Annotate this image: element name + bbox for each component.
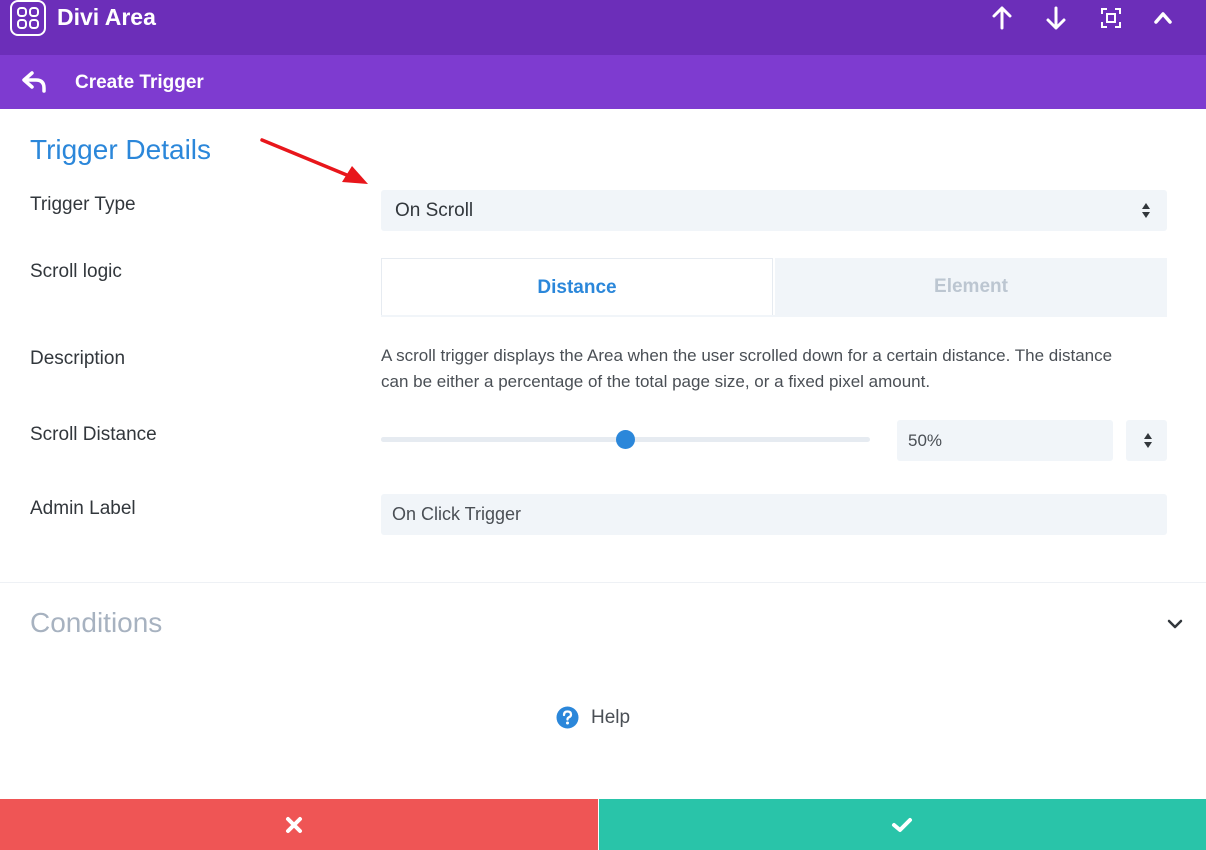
close-icon <box>286 817 302 833</box>
description-label: Description <box>30 348 126 369</box>
chevron-down-icon[interactable] <box>1166 617 1184 631</box>
app-title: Divi Area <box>57 4 156 30</box>
scroll-logic-tabs: Distance Element <box>381 258 1167 317</box>
checkmark-icon <box>892 818 912 832</box>
arrow-down-icon[interactable] <box>1042 4 1070 32</box>
question-circle-icon <box>556 706 579 729</box>
chevron-up-icon[interactable] <box>1149 4 1177 32</box>
save-button[interactable] <box>599 799 1206 850</box>
back-arrow-icon[interactable] <box>22 71 48 93</box>
page-title: Create Trigger <box>75 72 204 93</box>
section-divider <box>0 582 1206 583</box>
select-arrows-icon <box>1144 433 1152 448</box>
slider-fill <box>381 437 626 442</box>
help-label: Help <box>591 707 631 728</box>
scroll-distance-input[interactable]: 50% <box>897 420 1113 461</box>
divi-logo-icon <box>10 0 46 36</box>
app-header: Divi Area <box>0 0 1206 55</box>
description-text: A scroll trigger displays the Area when … <box>381 346 1113 391</box>
scroll-distance-slider[interactable] <box>381 430 870 449</box>
scroll-logic-label: Scroll logic <box>30 261 122 282</box>
fullscreen-icon[interactable] <box>1097 4 1125 32</box>
cancel-button[interactable] <box>0 799 598 850</box>
unit-select[interactable] <box>1126 420 1167 461</box>
arrow-up-icon[interactable] <box>988 4 1016 32</box>
admin-label-input[interactable]: On Click Trigger <box>381 494 1167 535</box>
trigger-type-select[interactable]: On Scroll <box>381 190 1167 231</box>
help-link[interactable]: Help <box>556 706 630 734</box>
tab-distance[interactable]: Distance <box>381 258 773 315</box>
subheader-bar: Create Trigger <box>0 55 1206 109</box>
conditions-title[interactable]: Conditions <box>30 607 162 639</box>
annotation-arrow-icon <box>260 138 368 184</box>
trigger-type-label: Trigger Type <box>30 194 136 215</box>
scroll-distance-label: Scroll Distance <box>30 424 157 445</box>
slider-handle[interactable] <box>615 430 635 449</box>
select-arrows-icon <box>1142 203 1150 218</box>
section-title-trigger-details: Trigger Details <box>30 134 212 165</box>
admin-label-label: Admin Label <box>30 498 136 519</box>
tab-element[interactable]: Element <box>775 258 1167 315</box>
trigger-type-value: On Scroll <box>395 200 474 221</box>
